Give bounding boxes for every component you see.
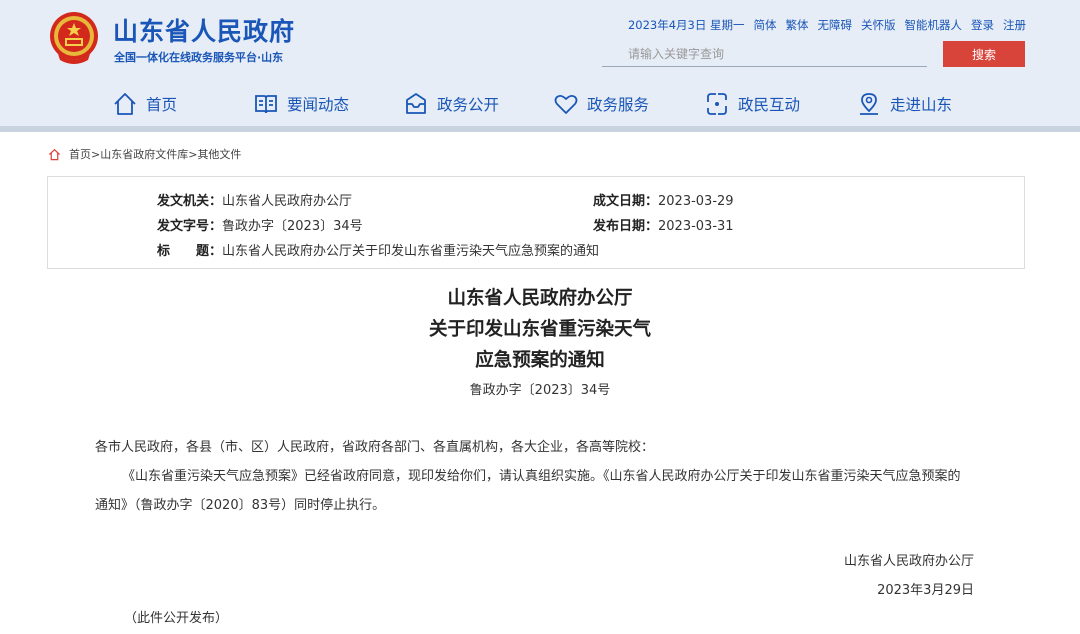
link-care-mode[interactable]: 关怀版: [861, 17, 896, 33]
link-accessibility[interactable]: 无障碍: [818, 17, 853, 33]
breadcrumb-other-files[interactable]: 其他文件: [197, 148, 241, 161]
nav-item-gov-affairs[interactable]: 政务公开: [403, 84, 499, 124]
nav-label: 政民互动: [738, 96, 801, 114]
meta-value: 山东省人民政府办公厅关于印发山东省重污染天气应急预案的通知: [222, 244, 600, 259]
nav-item-news[interactable]: 要闻动态: [253, 84, 349, 124]
location-icon: [860, 93, 878, 115]
interaction-icon: [707, 93, 727, 115]
search-input[interactable]: [602, 41, 927, 67]
current-date: 2023年4月3日 星期一: [627, 18, 745, 32]
link-register[interactable]: 注册: [1003, 17, 1026, 33]
document-title-line-1: 山东省人民政府办公厅: [447, 288, 633, 309]
link-robot[interactable]: 智能机器人: [905, 17, 963, 33]
meta-label: 发文字号：: [157, 219, 223, 234]
book-icon: [255, 95, 277, 114]
site-subtitle: 全国一体化在线政务服务平台·山东: [114, 51, 284, 64]
nav-label: 政务服务: [587, 96, 650, 114]
meta-label: 成文日期：: [593, 194, 659, 209]
site-title[interactable]: 山东省人民政府: [113, 12, 295, 48]
meta-title: 标 题：山东省人民政府办公厅关于印发山东省重污染天气应急预案的通知: [157, 240, 599, 259]
meta-created-date: 成文日期：2023-03-29: [593, 190, 734, 209]
body-paragraph-line-1: 《山东省重污染天气应急预案》已经省政府同意，现印发给你们，请认真组织实施。《山东…: [122, 469, 961, 484]
nav-item-services[interactable]: 政务服务: [553, 84, 649, 124]
heart-icon: [554, 94, 578, 114]
nav-item-home[interactable]: 首页: [112, 84, 177, 124]
breadcrumb-separator: >: [91, 148, 101, 161]
link-simplified[interactable]: 简体: [754, 17, 777, 33]
meta-issuer: 发文机关：山东省人民政府办公厅: [157, 190, 352, 209]
nav-label: 走进山东: [890, 96, 953, 114]
breadcrumb: 首页>山东省政府文件库>其他文件: [48, 146, 241, 162]
national-emblem-icon: [50, 12, 98, 64]
meta-label: 发布日期：: [593, 219, 659, 234]
body-paragraph-line-2: 通知》（鲁政办字〔2020〕83号）同时停止执行。: [95, 498, 386, 513]
main-nav: 首页 要闻动态 政务公开 政务服务 政民互动 走进山东: [0, 84, 1080, 124]
meta-label: 标 题：: [157, 244, 223, 259]
nav-item-interaction[interactable]: 政民互动: [704, 84, 800, 124]
document-title-line-3: 应急预案的通知: [475, 350, 605, 371]
publish-note: （此件公开发布）: [124, 611, 229, 626]
link-traditional[interactable]: 繁体: [786, 17, 809, 33]
nav-item-about-shandong[interactable]: 走进山东: [856, 84, 952, 124]
search-button[interactable]: 搜索: [943, 41, 1025, 67]
breadcrumb-file-library[interactable]: 山东省政府文件库: [100, 148, 188, 161]
document-metadata: 发文机关：山东省人民政府办公厅 发文字号：鲁政办字〔2023〕34号 标 题：山…: [47, 176, 1025, 269]
breadcrumb-home[interactable]: 首页: [69, 148, 91, 161]
meta-value: 2023-03-29: [658, 194, 734, 209]
meta-value: 2023-03-31: [658, 219, 734, 234]
document-number: 鲁政办字〔2023〕34号: [469, 383, 611, 398]
link-login[interactable]: 登录: [971, 17, 994, 33]
nav-label: 首页: [146, 96, 178, 114]
meta-value: 鲁政办字〔2023〕34号: [222, 219, 363, 234]
nav-label: 要闻动态: [287, 96, 350, 114]
top-links: 2023年4月3日 星期一 简体 繁体 无障碍 关怀版 智能机器人 登录 注册: [628, 17, 1026, 33]
salutation: 各市人民政府，各县（市、区）人民政府，省政府各部门、各直属机构，各大企业，各高等…: [95, 440, 655, 455]
meta-label: 发文机关：: [157, 194, 223, 209]
meta-doc-number: 发文字号：鲁政办字〔2023〕34号: [157, 215, 363, 234]
meta-value: 山东省人民政府办公厅: [222, 194, 353, 209]
meta-published-date: 发布日期：2023-03-31: [593, 215, 734, 234]
header-divider: [0, 126, 1080, 132]
document-title-line-2: 关于印发山东省重污染天气: [428, 319, 651, 340]
signature: 山东省人民政府办公厅: [843, 554, 974, 569]
home-icon: [48, 148, 61, 160]
nav-label: 政务公开: [437, 96, 500, 114]
sign-date: 2023年3月29日: [877, 583, 974, 598]
home-icon: [114, 93, 136, 115]
inbox-icon: [406, 93, 426, 114]
